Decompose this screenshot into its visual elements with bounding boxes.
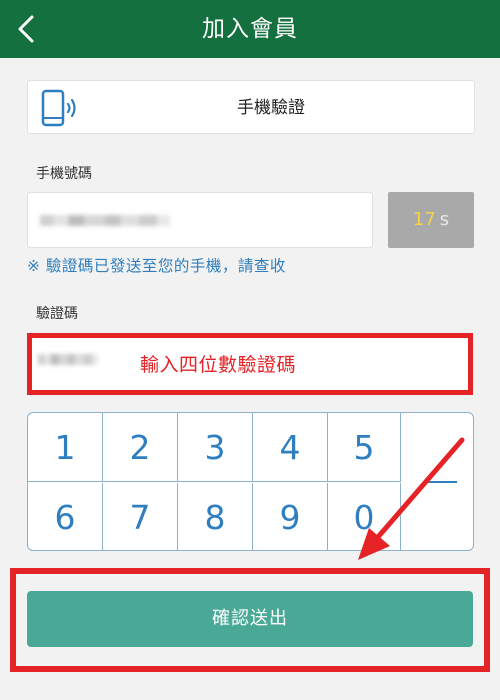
sms-sent-notice: ※ 驗證碼已發送至您的手機，請查收 [27,257,286,275]
app-header: 加入會員 [0,0,500,58]
keypad-key-5[interactable]: 5 [328,413,401,482]
number-keypad: 1 2 3 4 5 6 7 8 9 0 [27,412,474,551]
keypad-key-8[interactable]: 8 [178,483,253,550]
submit-button[interactable]: 確認送出 [27,591,473,647]
timer-value: 17 [412,209,436,230]
keypad-key-2[interactable]: 2 [103,413,178,482]
keypad-key-6[interactable]: 6 [28,483,103,550]
verification-method: 手機驗證 [27,80,475,134]
code-hint-annotation: 輸入四位數驗證碼 [140,354,297,376]
masked-code [38,354,98,365]
keypad-delete-key[interactable] [401,413,473,550]
backspace-icon [425,481,457,483]
resend-timer-button[interactable]: 17 s [388,192,474,248]
keypad-key-0[interactable]: 0 [328,483,401,550]
keypad-key-9[interactable]: 9 [253,483,328,550]
timer-unit: s [439,209,450,230]
phone-label: 手機號碼 [36,166,92,182]
page-title: 加入會員 [202,16,298,42]
masked-phone-number [40,215,170,226]
keypad-key-7[interactable]: 7 [103,483,178,550]
keypad-key-1[interactable]: 1 [28,413,103,482]
verification-code-input[interactable]: 輸入四位數驗證碼 [27,333,473,395]
keypad-key-4[interactable]: 4 [253,413,328,482]
verification-method-label: 手機驗證 [237,98,305,118]
code-label: 驗證碼 [36,306,78,322]
phone-input[interactable] [27,192,373,248]
keypad-key-3[interactable]: 3 [178,413,253,482]
